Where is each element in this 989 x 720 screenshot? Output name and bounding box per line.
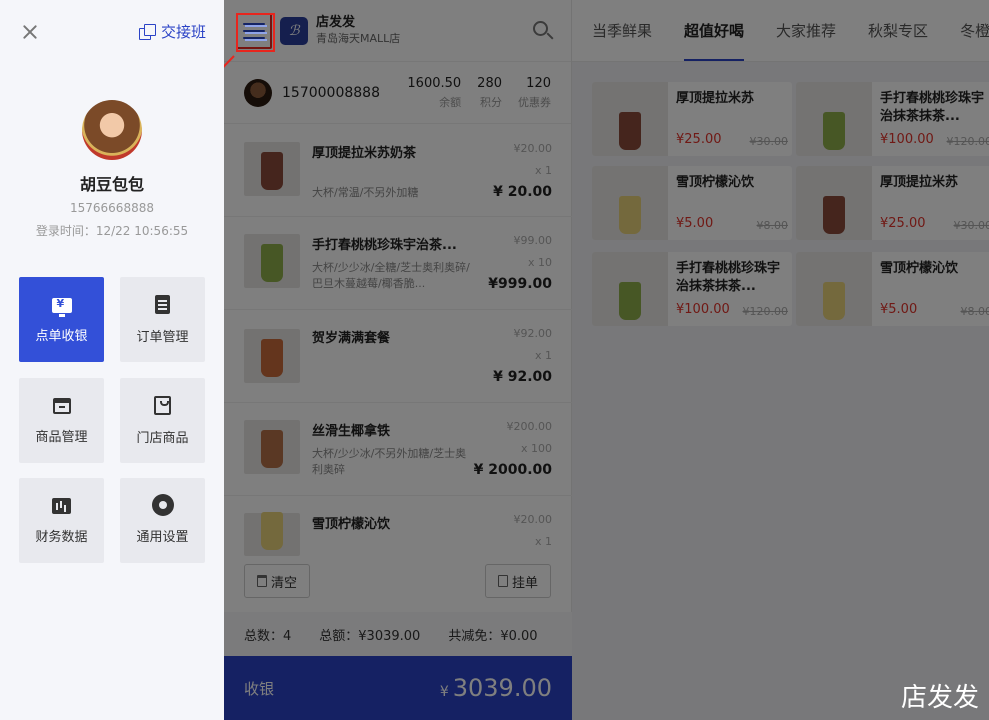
login-time: 登录时间：12/22 10:56:55	[35, 224, 189, 238]
cash-register-icon	[51, 297, 72, 317]
finance-chart-icon	[52, 497, 71, 514]
tile-order-checkout[interactable]: 点单收银	[19, 277, 104, 362]
tile-general-settings[interactable]: 通用设置	[120, 478, 205, 563]
tile-store-products[interactable]: 门店商品	[120, 378, 205, 463]
user-phone: 15766668888	[70, 201, 154, 215]
tile-label: 商品管理	[35, 430, 88, 445]
order-doc-icon	[155, 294, 170, 314]
handover-label: 交接班	[160, 23, 206, 41]
close-icon[interactable]	[20, 22, 40, 42]
tile-finance-data[interactable]: 财务数据	[19, 478, 104, 563]
product-box-icon	[52, 398, 71, 414]
tile-order-management[interactable]: 订单管理	[120, 277, 205, 362]
tile-label: 点单收银	[35, 328, 88, 344]
store-clipboard-icon	[154, 395, 171, 415]
tile-label: 通用设置	[136, 530, 189, 545]
handover-button[interactable]: 交接班	[138, 21, 206, 42]
watermark: 店发发	[900, 682, 979, 712]
avatar	[82, 100, 142, 160]
tile-label: 订单管理	[136, 329, 189, 345]
tile-product-management[interactable]: 商品管理	[19, 378, 104, 463]
handover-icon	[138, 23, 156, 40]
gear-icon	[153, 496, 172, 514]
tile-label: 门店商品	[136, 430, 189, 446]
tile-label: 财务数据	[35, 529, 88, 545]
modal-backdrop[interactable]	[224, 0, 989, 720]
menu-button-highlight[interactable]	[236, 13, 275, 52]
user-name: 胡豆包包	[79, 175, 144, 194]
side-drawer: 交接班 胡豆包包 15766668888 登录时间：12/22 10:56:55…	[0, 0, 224, 720]
